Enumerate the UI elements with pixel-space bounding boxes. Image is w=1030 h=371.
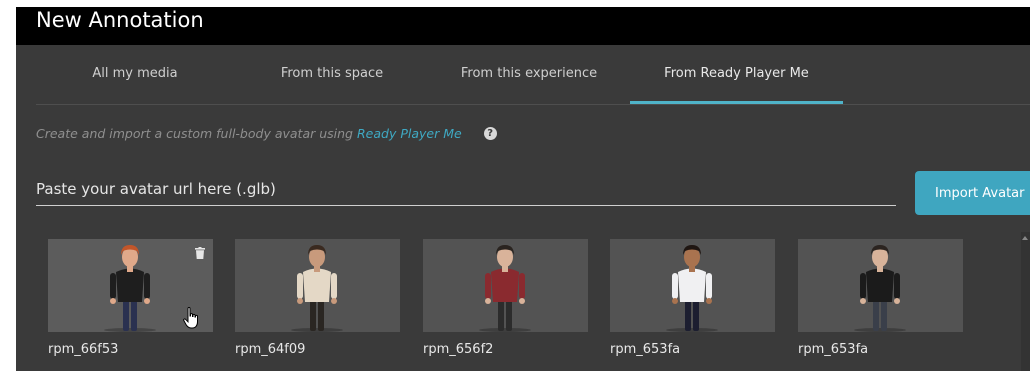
avatar-thumbnail[interactable] bbox=[610, 239, 775, 332]
avatar-figure-icon bbox=[291, 245, 343, 332]
avatar-label: rpm_653fa bbox=[798, 342, 869, 357]
active-tab-indicator bbox=[630, 101, 843, 104]
ready-player-me-link[interactable]: Ready Player Me bbox=[357, 126, 462, 141]
scroll-up-arrow-icon[interactable] bbox=[1022, 236, 1028, 240]
avatar-figure-icon bbox=[479, 245, 531, 332]
avatar-thumbnail[interactable] bbox=[235, 239, 400, 332]
dialog-titlebar: New Annotation bbox=[16, 7, 1030, 45]
trash-icon[interactable] bbox=[195, 247, 205, 259]
avatar-url-input[interactable] bbox=[36, 173, 896, 206]
avatar-figure-icon bbox=[854, 245, 906, 332]
avatar-thumbnail[interactable] bbox=[798, 239, 963, 332]
hand-pointer-cursor-icon bbox=[183, 307, 198, 329]
avatar-thumbnail[interactable] bbox=[423, 239, 588, 332]
tab-from-ready-player-me[interactable]: From Ready Player Me bbox=[630, 45, 843, 103]
avatar-label: rpm_66f53 bbox=[48, 342, 119, 357]
avatar-figure-icon bbox=[666, 245, 718, 332]
import-avatar-button[interactable]: Import Avatar bbox=[915, 171, 1030, 215]
hint-text: Create and import a custom full-body ava… bbox=[36, 126, 353, 141]
tab-from-this-space[interactable]: From this space bbox=[272, 45, 392, 103]
avatar-label: rpm_64f09 bbox=[235, 342, 306, 357]
tab-all-my-media[interactable]: All my media bbox=[80, 45, 190, 103]
avatar-label: rpm_653fa bbox=[610, 342, 681, 357]
dialog-title: New Annotation bbox=[36, 8, 204, 32]
new-annotation-dialog: New Annotation All my media From this sp… bbox=[16, 7, 1030, 371]
media-source-tabs: All my media From this space From this e… bbox=[36, 45, 1030, 105]
tab-from-this-experience[interactable]: From this experience bbox=[454, 45, 604, 103]
scrollbar[interactable] bbox=[1021, 232, 1030, 371]
avatar-label: rpm_656f2 bbox=[423, 342, 494, 357]
question-circle-icon[interactable]: ? bbox=[483, 127, 497, 140]
import-hint: Create and import a custom full-body ava… bbox=[36, 126, 497, 141]
